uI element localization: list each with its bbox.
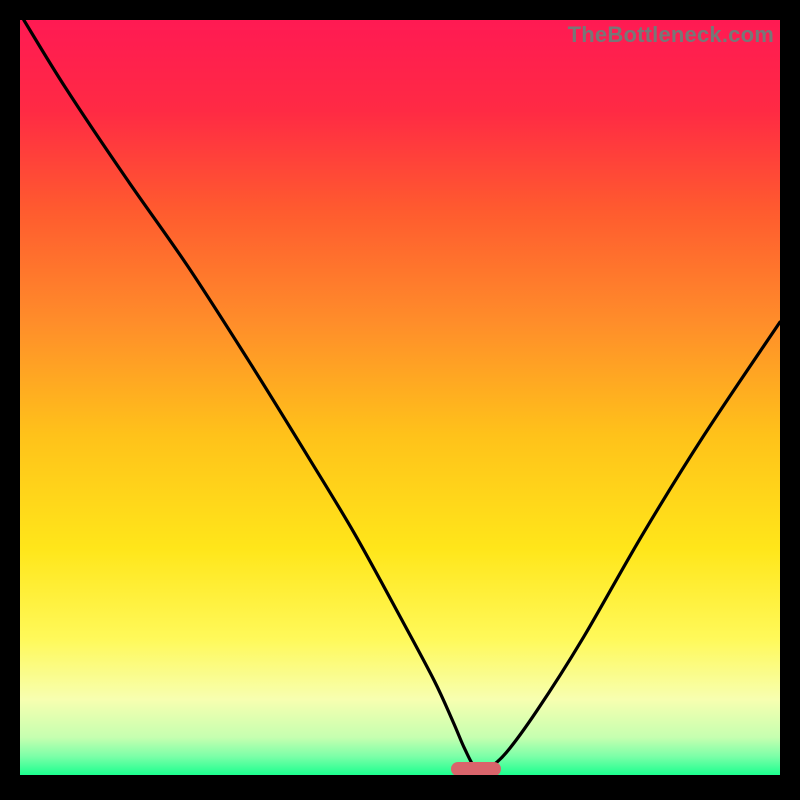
plot-area: TheBottleneck.com — [20, 20, 780, 775]
bottleneck-curve — [20, 20, 780, 775]
chart-frame: TheBottleneck.com — [20, 20, 780, 780]
watermark-text: TheBottleneck.com — [568, 22, 774, 48]
optimum-marker — [451, 762, 501, 775]
